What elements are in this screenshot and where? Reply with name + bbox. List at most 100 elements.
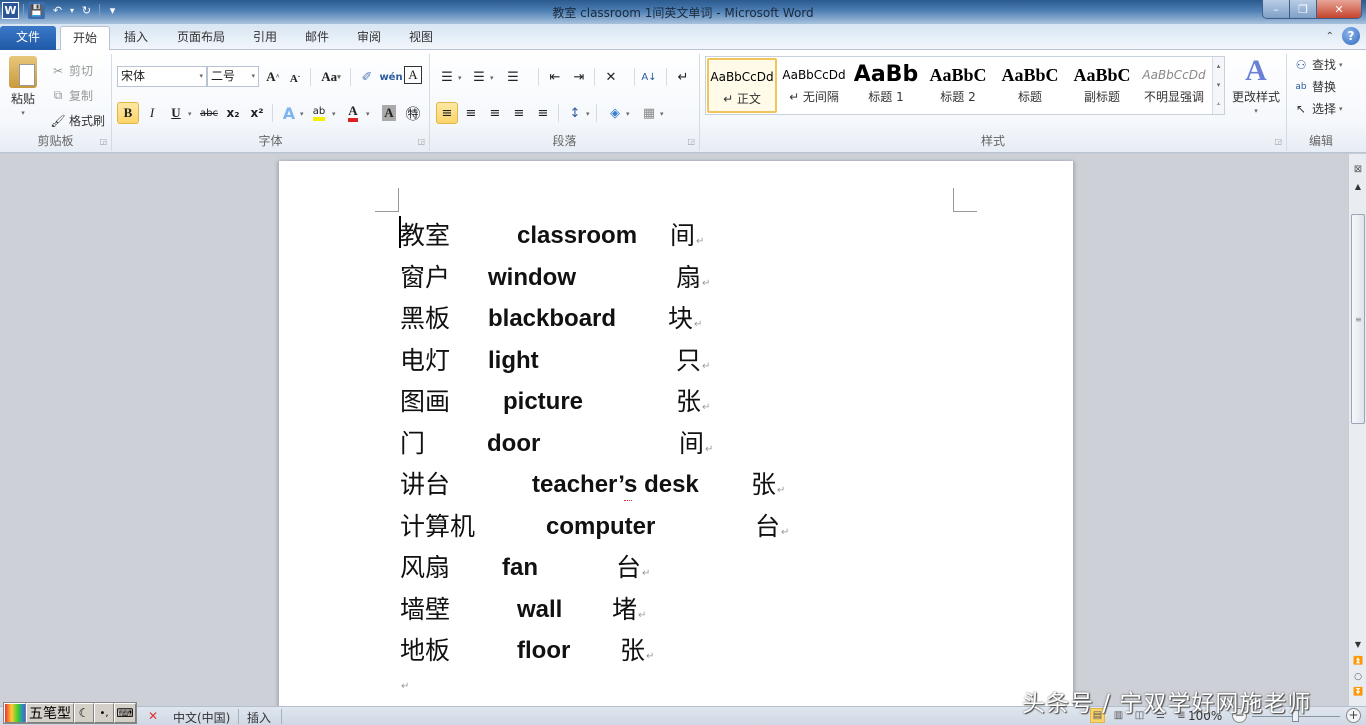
dialog-launcher-icon[interactable]: ◲	[99, 137, 107, 146]
multilevel-list-button[interactable]: ☰	[502, 66, 524, 88]
half-width-icon[interactable]: ☾	[74, 703, 94, 723]
dialog-launcher-icon[interactable]: ◲	[687, 137, 695, 146]
gallery-more-icon[interactable]: ⩡	[1217, 100, 1221, 109]
change-styles-dropdown-icon[interactable]: ▾	[1254, 107, 1258, 115]
document-line[interactable]: 风扇 fan 台↵	[279, 548, 979, 588]
shrink-font-button[interactable]: Aˇ	[284, 68, 306, 90]
style-heading-2[interactable]: AaBbC 标题 2	[923, 58, 993, 113]
document-line[interactable]: 教室 classroom 间↵	[279, 216, 979, 256]
document-line[interactable]: 门 door 间↵	[279, 424, 979, 464]
text-effects-dropdown-icon[interactable]: ▾	[300, 110, 304, 118]
enclose-characters-button[interactable]: ㊕	[402, 102, 424, 124]
tab-file[interactable]: 文件	[0, 26, 56, 50]
highlight-dropdown-icon[interactable]: ▾	[332, 110, 336, 118]
underline-button[interactable]: U	[165, 102, 187, 124]
select-button[interactable]: ↖ 选择 ▾	[1293, 100, 1343, 117]
tab-review[interactable]: 审阅	[349, 26, 389, 50]
numbering-button[interactable]: ☰	[468, 66, 490, 88]
cut-button[interactable]: ✂ 剪切	[50, 62, 93, 79]
align-left-button[interactable]: ≡	[436, 102, 458, 124]
document-line[interactable]: 计算机 computer 台↵	[279, 507, 979, 547]
document-line[interactable]: 窗户 window 扇↵	[279, 258, 979, 298]
tab-insert[interactable]: 插入	[116, 26, 156, 50]
ime-logo-icon[interactable]	[4, 703, 26, 723]
document-line[interactable]: 地板 floor 张↵	[279, 631, 979, 671]
bullets-button[interactable]: ☰	[436, 66, 458, 88]
previous-page-icon[interactable]: ⏫	[1349, 656, 1366, 665]
copy-button[interactable]: ⧉ 复制	[50, 87, 93, 104]
minimize-button[interactable]: –	[1263, 0, 1290, 18]
style-subtle-emphasis[interactable]: AaBbCcDd 不明显强调	[1139, 58, 1209, 113]
character-border-button[interactable]: A	[404, 66, 422, 84]
document-page[interactable]: 教室 classroom 间↵ 窗户 window 扇↵ 黑板 blackboard 块↵ 电灯 l…	[279, 161, 1073, 706]
close-button[interactable]: ✕	[1317, 0, 1361, 18]
dialog-launcher-icon[interactable]: ◲	[1274, 137, 1282, 146]
style-title[interactable]: AaBbC 标题	[995, 58, 1065, 113]
ime-mode[interactable]: 五笔型	[26, 703, 74, 723]
change-case-button[interactable]: Aa ▾	[317, 66, 345, 88]
vertical-scrollbar[interactable]: ⊠ ▲ ≡ ▼ ⏫ ○ ⏬	[1348, 154, 1366, 706]
sort-button[interactable]: A↓	[638, 66, 660, 88]
style-normal[interactable]: AaBbCcDd ↵ 正文	[707, 58, 777, 113]
gallery-down-icon[interactable]: ▾	[1217, 81, 1221, 89]
gallery-up-icon[interactable]: ▴	[1217, 62, 1221, 70]
underline-dropdown-icon[interactable]: ▾	[188, 110, 192, 118]
align-right-button[interactable]: ≡	[484, 102, 506, 124]
next-page-icon[interactable]: ⏬	[1349, 687, 1366, 696]
tab-mailings[interactable]: 邮件	[297, 26, 337, 50]
numbering-dropdown-icon[interactable]: ▾	[490, 74, 494, 82]
strikethrough-button[interactable]: abc	[198, 102, 220, 124]
scroll-up-icon[interactable]: ▲	[1349, 182, 1366, 196]
highlight-button[interactable]: ab	[308, 102, 330, 124]
character-shading-button[interactable]: A	[378, 102, 400, 124]
punctuation-icon[interactable]: •,	[94, 703, 114, 723]
document-line[interactable]: 黑板 blackboard 块↵	[279, 299, 979, 339]
scroll-thumb[interactable]: ≡	[1351, 214, 1365, 424]
find-button[interactable]: ⚇ 查找 ▾	[1293, 56, 1343, 73]
chevron-down-icon[interactable]: ▾	[199, 67, 203, 86]
phonetic-guide-button[interactable]: wén	[379, 66, 402, 88]
chevron-down-icon[interactable]: ▾	[251, 67, 255, 86]
change-styles-button[interactable]: A 更改样式 ▾	[1228, 56, 1284, 116]
font-color-button[interactable]: A	[342, 102, 364, 124]
document-line[interactable]: 墙壁 wall 堵↵	[279, 590, 979, 630]
proofing-error-icon[interactable]: ✕	[148, 709, 158, 723]
distributed-button[interactable]: ≡	[532, 102, 554, 124]
insert-mode-status[interactable]: 插入	[247, 709, 271, 725]
browse-object-icon[interactable]: ○	[1349, 672, 1366, 682]
tab-view[interactable]: 视图	[401, 26, 441, 50]
format-painter-button[interactable]: 🖌 格式刷	[50, 112, 105, 129]
decrease-indent-button[interactable]: ⇤	[544, 66, 566, 88]
show-formatting-marks-button[interactable]: ↵	[672, 66, 694, 88]
find-dropdown-icon[interactable]: ▾	[1339, 61, 1343, 69]
tab-home[interactable]: 开始	[60, 26, 110, 51]
line-spacing-dropdown-icon[interactable]: ▾	[586, 110, 590, 118]
select-dropdown-icon[interactable]: ▾	[1339, 105, 1343, 113]
paste-dropdown-icon[interactable]: ▾	[21, 109, 25, 117]
paste-button[interactable]: 粘贴 ▾	[6, 56, 40, 117]
italic-button[interactable]: I	[141, 102, 163, 124]
ruler-toggle-icon[interactable]: ⊠	[1351, 164, 1365, 178]
grow-font-button[interactable]: A ^	[262, 66, 284, 88]
replace-button[interactable]: ab 替换	[1293, 78, 1336, 95]
font-name-combo[interactable]: 宋体 ▾	[117, 66, 207, 87]
line-spacing-button[interactable]: ↕	[564, 102, 586, 124]
style-heading-1[interactable]: AaBb 标题 1	[851, 58, 921, 113]
font-color-dropdown-icon[interactable]: ▾	[366, 110, 370, 118]
borders-dropdown-icon[interactable]: ▾	[660, 110, 664, 118]
tab-page-layout[interactable]: 页面布局	[170, 26, 232, 50]
bullets-dropdown-icon[interactable]: ▾	[458, 74, 462, 82]
restore-button[interactable]: ❐	[1290, 0, 1317, 18]
bold-button[interactable]: B	[117, 102, 139, 124]
increase-indent-button[interactable]: ⇥	[568, 66, 590, 88]
text-effects-button[interactable]: A	[278, 102, 300, 124]
shading-dropdown-icon[interactable]: ▾	[626, 110, 630, 118]
justify-button[interactable]: ≡	[508, 102, 530, 124]
subscript-button[interactable]: x₂	[222, 102, 244, 124]
document-line[interactable]: 电灯 light 只↵	[279, 341, 979, 381]
superscript-button[interactable]: x²	[246, 102, 268, 124]
clear-formatting-button[interactable]: ✐	[356, 66, 378, 88]
style-subtitle[interactable]: AaBbC 副标题	[1067, 58, 1137, 113]
chinese-layout-button[interactable]: ✕	[600, 66, 622, 88]
borders-button[interactable]: ▦	[638, 102, 660, 124]
